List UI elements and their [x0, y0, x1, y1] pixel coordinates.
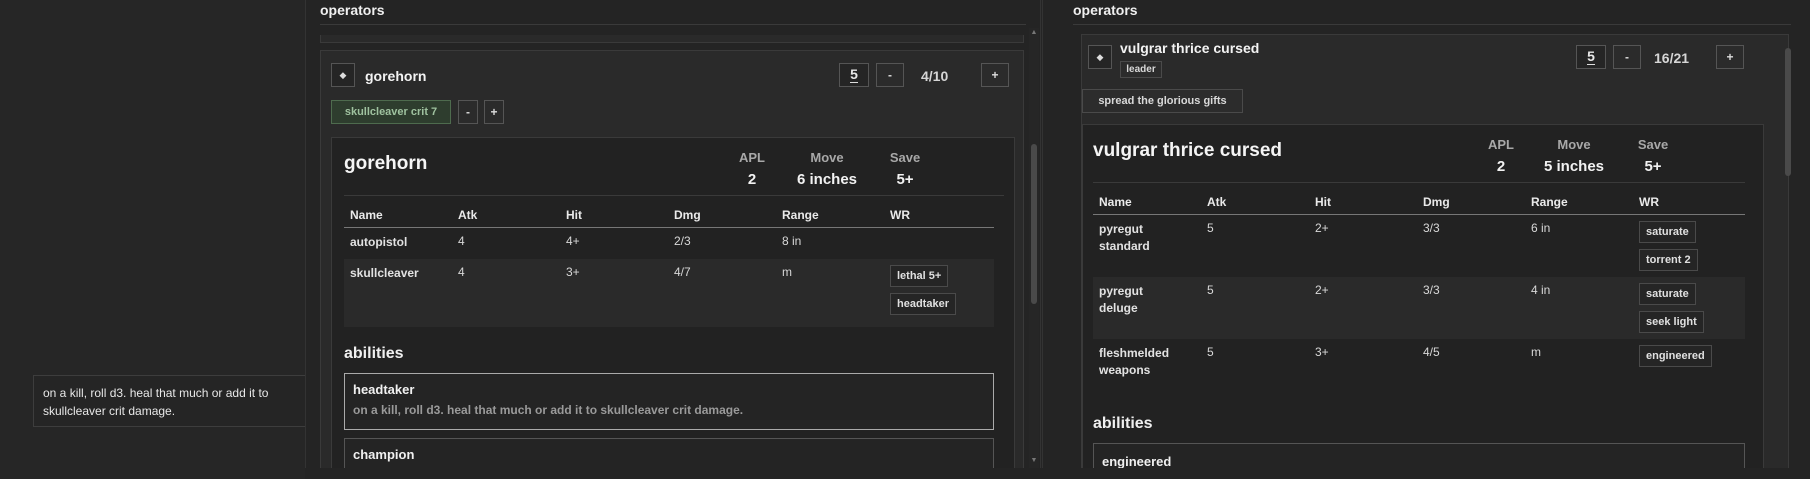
table-row: pyregut deluge 5 2+ 3/3 4 in saturate se…: [1093, 277, 1745, 339]
ability-name: engineered: [1102, 454, 1172, 469]
weapon-rule-chip[interactable]: torrent 2: [1639, 249, 1698, 271]
column-title: operators: [320, 2, 385, 18]
diamond-icon: ◆: [1096, 51, 1104, 62]
table-row: autopistol 4 4+ 2/3 8 in: [350, 234, 802, 249]
ability-name: champion: [353, 447, 415, 462]
divider: [320, 24, 1026, 25]
col-header: Atk: [1201, 189, 1309, 215]
ability-tooltip: on a kill, roll d3. heal that much or ad…: [33, 375, 333, 427]
scrollbar[interactable]: ▲ ▼: [1029, 28, 1039, 468]
weapon-rule-chip[interactable]: engineered: [1639, 345, 1712, 367]
scrollbar-thumb[interactable]: [1031, 144, 1037, 304]
spread-glorious-gifts-button[interactable]: spread the glorious gifts: [1082, 89, 1243, 113]
stat-save: Save 5+: [1637, 137, 1669, 175]
abilities-title: abilities: [344, 345, 404, 362]
divider: [344, 195, 1004, 196]
stepper-value[interactable]: 5: [839, 63, 869, 87]
abilities-title: abilities: [1093, 415, 1153, 432]
weapons-table: Name Atk Hit Dmg Range WR pyregut standa…: [1093, 189, 1745, 385]
datacard: gorehorn APL 2 Move 6 inches Save 5+ Nam…: [331, 137, 1015, 478]
col-header: Range: [776, 202, 884, 228]
ability-headtaker[interactable]: headtaker on a kill, roll d3. heal that …: [344, 373, 994, 430]
datacard-name: gorehorn: [344, 153, 428, 174]
table-row: skullcleaver 4 3+ 4/7 m lethal 5+ headta…: [344, 258, 994, 327]
col-header: Hit: [1309, 189, 1417, 215]
stat-apl: APL 2: [739, 150, 765, 188]
col-header: Hit: [560, 202, 668, 228]
wounds-counter: 4/10: [921, 68, 949, 84]
col-header: Range: [1525, 189, 1633, 215]
stat-move: Move 5 inches: [1543, 137, 1605, 175]
operators-column-2: operators ◆ vulgrar thrice cursed leader…: [1042, 0, 1810, 479]
wounds-increment-button[interactable]: +: [981, 63, 1009, 87]
weapon-rule-chip[interactable]: saturate: [1639, 283, 1696, 305]
diamond-icon: ◆: [339, 69, 347, 80]
operator-card-vulgrar: ◆ vulgrar thrice cursed leader 5 - 16/21…: [1081, 34, 1789, 473]
active-rule-chip[interactable]: skullcleaver crit 7: [331, 100, 451, 124]
tooltip-text: on a kill, roll d3. heal that much or ad…: [43, 386, 269, 418]
col-header: Name: [344, 202, 452, 228]
col-header: WR: [884, 202, 994, 228]
rule-decrement-button[interactable]: -: [458, 100, 478, 124]
previous-operator-card-edge: [320, 35, 1024, 43]
column-title: operators: [1073, 2, 1138, 18]
scroll-up-icon[interactable]: ▲: [1029, 28, 1039, 38]
expand-toggle-button[interactable]: ◆: [1088, 45, 1112, 69]
stat-apl: APL 2: [1488, 137, 1514, 175]
scrollbar-thumb[interactable]: [1785, 48, 1791, 176]
scroll-down-icon[interactable]: ▼: [1029, 456, 1039, 466]
weapon-rule-chip[interactable]: seek light: [1639, 311, 1704, 333]
operator-name: vulgrar thrice cursed: [1120, 40, 1260, 56]
scrollbar[interactable]: [1783, 34, 1793, 470]
wounds-counter: 16/21: [1654, 50, 1690, 66]
col-header: Dmg: [1417, 189, 1525, 215]
divider: [1073, 24, 1791, 25]
stepper-value[interactable]: 5: [1576, 45, 1606, 69]
operator-name: gorehorn: [365, 68, 427, 84]
wounds-increment-button[interactable]: +: [1716, 45, 1744, 69]
weapon-rule-chip[interactable]: headtaker: [890, 292, 956, 315]
leader-badge: leader: [1120, 61, 1162, 78]
col-header: Atk: [452, 202, 560, 228]
rule-increment-button[interactable]: +: [484, 100, 504, 124]
ability-name: headtaker: [353, 382, 415, 397]
weapon-rule-chip[interactable]: lethal 5+: [890, 264, 949, 287]
datacard: vulgrar thrice cursed APL 2 Move 5 inche…: [1082, 124, 1764, 473]
col-header: WR: [1633, 189, 1745, 215]
stat-save: Save 5+: [889, 150, 921, 188]
datacard-name: vulgrar thrice cursed: [1093, 140, 1283, 161]
table-row: fleshmelded weapons 5 3+ 4/5 m engineere…: [1093, 339, 1745, 385]
weapon-rule-chip[interactable]: saturate: [1639, 221, 1696, 243]
table-row: pyregut standard 5 2+ 3/3 6 in saturate …: [1093, 215, 1745, 278]
table-header-row: Name Atk Hit Dmg Range WR: [344, 202, 994, 228]
ability-description: on a kill, roll d3. heal that much or ad…: [353, 403, 744, 417]
weapons-table: Name Atk Hit Dmg Range WR autopistol 4 4…: [344, 202, 994, 327]
operator-card-gorehorn: ◆ gorehorn 5 - 4/10 + skullcleaver crit …: [320, 50, 1024, 478]
expand-toggle-button[interactable]: ◆: [331, 63, 355, 87]
wounds-decrement-button[interactable]: -: [1613, 45, 1641, 69]
operators-column-1: operators ◆ gorehorn 5 - 4/10 + skullcle…: [305, 0, 1041, 479]
col-header: Dmg: [668, 202, 776, 228]
wounds-decrement-button[interactable]: -: [876, 63, 904, 87]
bottom-strip: [305, 468, 1810, 479]
col-header: Name: [1093, 189, 1201, 215]
divider: [1093, 182, 1745, 183]
table-header-row: Name Atk Hit Dmg Range WR: [1093, 189, 1745, 215]
stat-move: Move 6 inches: [796, 150, 858, 188]
